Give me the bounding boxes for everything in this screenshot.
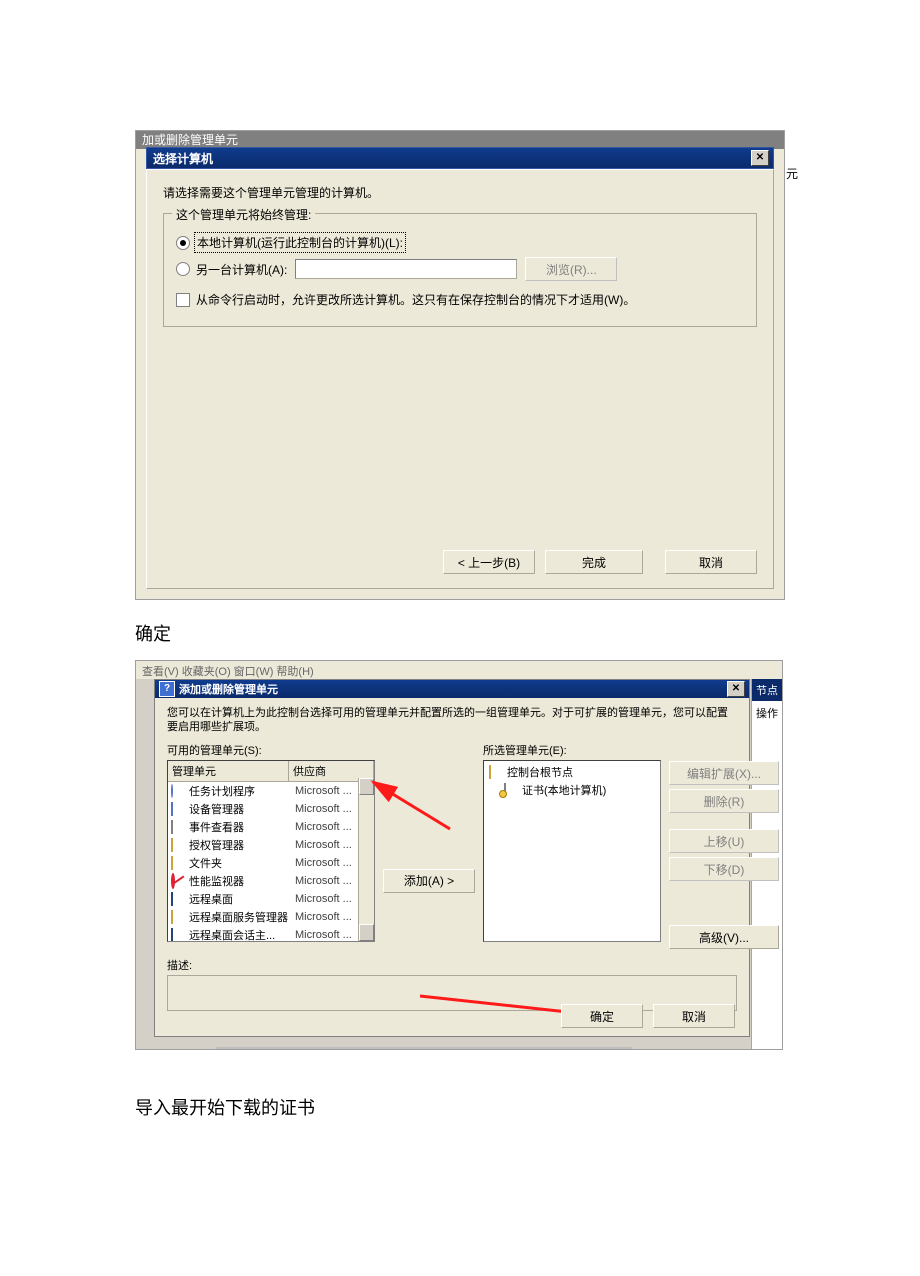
list-item[interactable]: 设备管理器Microsoft ... [168,800,374,818]
col-name: 管理单元 [168,761,289,781]
dialog-titlebar: 选择计算机 ✕ [146,147,774,169]
finish-button[interactable]: 完成 [545,550,643,574]
item-name: 远程桌面服务管理器 [189,909,291,925]
dialog-prompt: 请选择需要这个管理单元管理的计算机。 [163,184,757,201]
description-label: 描述: [167,957,737,973]
list-item[interactable]: 事件查看器Microsoft ... [168,818,374,836]
other-computer-input[interactable] [295,259,517,279]
list-item[interactable]: 远程桌面会话主...Microsoft ... [168,926,374,942]
dialog2-titlebar: ? 添加或删除管理单元 ✕ [155,680,749,698]
annotation-arrow-icon [365,774,455,834]
radio-other-computer[interactable] [176,262,190,276]
move-up-button[interactable]: 上移(U) [669,829,779,853]
item-name: 授权管理器 [189,837,291,853]
menu-bar: 查看(V) 收藏夹(O) 窗口(W) 帮助(H) [136,661,782,679]
radio-local-computer[interactable] [176,236,190,250]
screenshot-add-remove-snapin: 查看(V) 收藏夹(O) 窗口(W) 帮助(H) 节点 操作 ? 添加或删除管理… [135,660,783,1050]
list-item[interactable]: 性能监视器Microsoft ... [168,872,374,890]
help-icon: ? [159,681,175,697]
close-icon[interactable]: ✕ [727,681,745,697]
item-name: 事件查看器 [189,819,291,835]
remove-button[interactable]: 删除(R) [669,789,779,813]
edit-extensions-button[interactable]: 编辑扩展(X)... [669,761,779,785]
screenshot-select-computer: 加或删除管理单元 元 选择计算机 ✕ 请选择需要这个管理单元管理的计算机。 这个… [135,130,785,600]
background-text: 元 [786,165,798,182]
ok-button[interactable]: 确定 [561,1004,643,1028]
advanced-button[interactable]: 高级(V)... [669,925,779,949]
radio-other-label: 另一台计算机(A): [196,261,287,278]
item-name: 文件夹 [189,855,291,871]
item-name: 设备管理器 [189,801,291,817]
list-item[interactable]: 远程桌面服务管理器Microsoft ... [168,908,374,926]
item-name: 性能监视器 [189,873,291,889]
actions-pane-item: 操作 [752,701,782,725]
tree-item[interactable]: 控制台根节点 [486,763,658,781]
selected-snapins-list[interactable]: 控制台根节点证书(本地计算机) [483,760,661,942]
group-title: 这个管理单元将始终管理: [172,206,315,223]
browse-button[interactable]: 浏览(R)... [525,257,617,281]
radio-local-label: 本地计算机(运行此控制台的计算机)(L): [196,234,404,251]
add-button[interactable]: 添加(A) > [383,869,475,893]
back-button[interactable]: < 上一步(B) [443,550,535,574]
list-item[interactable]: 授权管理器Microsoft ... [168,836,374,854]
available-label: 可用的管理单元(S): [167,742,375,758]
actions-pane-header: 节点 [752,679,782,701]
dialog2-intro: 您可以在计算机上为此控制台选择可用的管理单元并配置所选的一组管理单元。对于可扩展… [167,706,737,734]
item-name: 证书(本地计算机) [522,782,655,798]
selected-label: 所选管理单元(E): [483,742,661,758]
cancel-button[interactable]: 取消 [653,1004,735,1028]
list-item[interactable]: 文件夹Microsoft ... [168,854,374,872]
tree-item[interactable]: 证书(本地计算机) [486,781,658,799]
doc-caption-2: 导入最开始下载的证书 [135,1094,920,1120]
dialog-title: 选择计算机 [151,150,751,167]
close-icon[interactable]: ✕ [751,150,769,166]
dialog-body: 请选择需要这个管理单元管理的计算机。 这个管理单元将始终管理: 本地计算机(运行… [146,169,774,589]
allow-change-label: 从命令行启动时，允许更改所选计算机。这只有在保存控制台的情况下才适用(W)。 [196,291,635,308]
allow-change-checkbox[interactable] [176,293,190,307]
list-item[interactable]: 远程桌面Microsoft ... [168,890,374,908]
move-down-button[interactable]: 下移(D) [669,857,779,881]
add-remove-dialog: ? 添加或删除管理单元 ✕ 您可以在计算机上为此控制台选择可用的管理单元并配置所… [154,679,750,1037]
doc-caption-1: 确定 [135,620,920,646]
group-snapin-manage: 这个管理单元将始终管理: 本地计算机(运行此控制台的计算机)(L): 另一台计算… [163,213,757,327]
item-name: 远程桌面会话主... [189,927,291,942]
item-name: 远程桌面 [189,891,291,907]
cancel-button[interactable]: 取消 [665,550,757,574]
list-item[interactable]: 任务计划程序Microsoft ... [168,782,374,800]
item-name: 任务计划程序 [189,783,291,799]
divider [216,1047,632,1049]
item-name: 控制台根节点 [507,764,655,780]
available-snapins-list[interactable]: 管理单元 供应商 任务计划程序Microsoft ...设备管理器Microso… [167,760,375,942]
dialog2-title: 添加或删除管理单元 [179,681,727,697]
